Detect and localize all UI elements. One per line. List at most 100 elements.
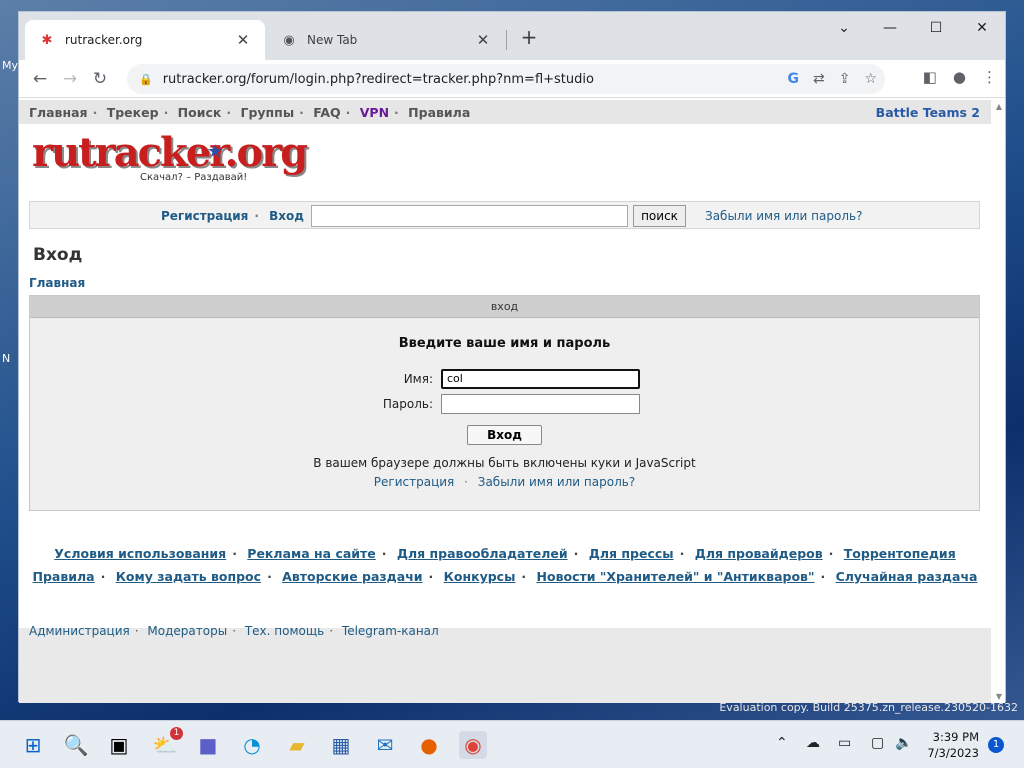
tab-divider	[506, 30, 507, 50]
display-icon[interactable]: ▢	[871, 735, 884, 751]
footer-link[interactable]: Правила	[33, 569, 95, 584]
nav-groups[interactable]: Группы	[240, 105, 294, 120]
login-prompt: Введите ваше имя и пароль	[398, 336, 611, 351]
footer-link[interactable]: Администрация	[29, 624, 130, 638]
tab-search-chevron-icon[interactable]: ⌄	[821, 12, 867, 44]
file-explorer-icon[interactable]: ▰	[283, 731, 311, 759]
close-tab-icon[interactable]: ✕	[235, 31, 251, 49]
footer-link[interactable]: Условия использования	[54, 546, 226, 561]
close-window-icon[interactable]: ✕	[959, 12, 1005, 44]
footer-link[interactable]: Для провайдеров	[695, 546, 823, 561]
site-top-nav: Главная · Трекер · Поиск · Группы · FAQ · VPN…	[19, 100, 991, 124]
cookies-note: В вашем браузере должны быть включены ку…	[313, 456, 696, 470]
close-tab-icon[interactable]: ✕	[475, 31, 491, 49]
start-windows-icon[interactable]: ⊞	[19, 731, 47, 759]
nav-search[interactable]: Поиск	[178, 105, 222, 120]
menu-kebab-icon[interactable]: ⋮	[982, 68, 997, 86]
battle-teams-link[interactable]: Battle Teams 2	[876, 105, 980, 120]
nav-home[interactable]: Главная	[29, 105, 88, 120]
footer-links-row-3: Администрация · Модераторы · Тех. помощь · …	[29, 624, 439, 638]
google-icon[interactable]: G	[787, 71, 799, 87]
mail-icon[interactable]: ✉	[371, 731, 399, 759]
footer-link[interactable]: Для прессы	[589, 546, 674, 561]
maximize-icon[interactable]: ☐	[913, 12, 959, 44]
forward-arrow-icon[interactable]: →	[55, 69, 85, 89]
footer-link[interactable]: Тех. помощь	[245, 624, 324, 638]
search-icon[interactable]: 🔍	[62, 731, 90, 759]
footer-link[interactable]: Случайная раздача	[836, 569, 978, 584]
login-form-header: вход	[30, 296, 979, 318]
tray-chevron-up-icon[interactable]: ⌃	[776, 735, 788, 751]
tab-title: rutracker.org	[65, 33, 143, 47]
footer-link[interactable]: Telegram-канал	[342, 624, 439, 638]
logo-slogan: Скачал? – Раздавай!	[140, 172, 248, 183]
browser-toolbar: ← → ↻ 🔒 rutracker.org/forum/login.php?re…	[19, 60, 1005, 98]
edge-icon[interactable]: ◔	[238, 731, 266, 759]
keyboard-icon[interactable]: ▭	[838, 735, 851, 751]
search-input[interactable]	[311, 205, 628, 227]
new-tab-plus-icon[interactable]: +	[517, 25, 541, 49]
search-button[interactable]: поиск	[633, 205, 686, 227]
register-link[interactable]: Регистрация	[161, 209, 248, 223]
side-panel-icon[interactable]: ◧	[923, 68, 937, 86]
reload-icon[interactable]: ↻	[85, 69, 115, 89]
address-bar[interactable]: 🔒 rutracker.org/forum/login.php?redirect…	[127, 64, 885, 94]
footer-link[interactable]: Модераторы	[147, 624, 227, 638]
footer-link[interactable]: Новости "Хранителей" и "Антикваров"	[537, 569, 815, 584]
widgets-icon[interactable]: ⛅ 1	[151, 727, 183, 759]
footer-link[interactable]: Реклама на сайте	[247, 546, 375, 561]
forgot-password-link[interactable]: Забыли имя или пароль?	[705, 209, 862, 223]
store-icon[interactable]: ▦	[327, 731, 355, 759]
page-title: Вход	[33, 245, 83, 265]
footer-link[interactable]: Для правообладателей	[397, 546, 568, 561]
widgets-badge: 1	[170, 727, 183, 740]
translate-icon[interactable]: ⇄	[813, 71, 825, 87]
username-field[interactable]: col	[441, 369, 640, 389]
login-form: вход Введите ваше имя и пароль Имя: col …	[29, 295, 980, 511]
tab-strip: ✱ rutracker.org ✕ ◉ New Tab ✕ + ⌄ — ☐ ✕	[19, 12, 1005, 60]
network-off-icon[interactable]: ☁	[806, 735, 820, 751]
volume-icon[interactable]: 🔈	[895, 735, 912, 751]
chrome-icon[interactable]: ◉	[459, 731, 487, 759]
rutracker-favicon-icon: ✱	[41, 32, 53, 48]
password-field[interactable]	[441, 394, 640, 414]
forgot-password-link[interactable]: Забыли имя или пароль?	[478, 475, 635, 489]
footer-link[interactable]: Авторские раздачи	[282, 569, 422, 584]
nav-vpn[interactable]: VPN	[360, 105, 389, 120]
login-form-links: Регистрация · Забыли имя или пароль?	[373, 475, 636, 489]
breadcrumb-home[interactable]: Главная	[29, 276, 85, 290]
site-logo[interactable]: rutracker.org ★ Скачал? – Раздавай!	[32, 133, 308, 185]
browser-window: ✱ rutracker.org ✕ ◉ New Tab ✕ + ⌄ — ☐ ✕ …	[18, 11, 1006, 703]
tab-rutracker[interactable]: ✱ rutracker.org ✕	[25, 20, 265, 60]
teams-chat-icon[interactable]: ■	[194, 731, 222, 759]
register-link[interactable]: Регистрация	[374, 475, 454, 489]
footer-link[interactable]: Торрентопедия	[844, 546, 956, 561]
notification-badge[interactable]: 1	[988, 737, 1004, 753]
lock-icon[interactable]: 🔒	[139, 73, 153, 86]
footer-link[interactable]: Кому задать вопрос	[116, 569, 261, 584]
search-bar: Регистрация · Вход поиск Забыли имя или п…	[29, 201, 980, 229]
firefox-icon[interactable]: ●	[415, 731, 443, 759]
back-arrow-icon[interactable]: ←	[25, 69, 55, 89]
share-icon[interactable]: ⇪	[839, 71, 851, 87]
bookmark-star-icon[interactable]: ☆	[864, 71, 877, 87]
desktop-icon-label[interactable]: N	[2, 352, 10, 365]
nav-rules[interactable]: Правила	[408, 105, 470, 120]
footer-links-row-1: Условия использования · Реклама на сайте ·…	[54, 546, 956, 561]
clock-date: 7/3/2023	[927, 746, 979, 760]
login-submit-button[interactable]: Вход	[467, 425, 542, 445]
scroll-up-icon[interactable]: ▲	[996, 102, 1002, 111]
nav-faq[interactable]: FAQ	[313, 105, 340, 120]
tab-new-tab[interactable]: ◉ New Tab ✕	[267, 20, 505, 60]
page-scrollbar[interactable]: ▲ ▼	[991, 100, 1005, 703]
scroll-down-icon[interactable]: ▼	[996, 692, 1002, 701]
task-view-icon[interactable]: ▣	[105, 731, 133, 759]
profile-avatar-icon[interactable]: ●	[953, 68, 966, 86]
system-clock[interactable]: 3:39 PM 7/3/2023	[927, 729, 979, 761]
desktop-icon-label[interactable]: My	[2, 59, 18, 72]
login-link[interactable]: Вход	[269, 209, 304, 223]
nav-tracker[interactable]: Трекер	[107, 105, 159, 120]
footer-link[interactable]: Конкурсы	[444, 569, 516, 584]
logo-star-icon: ★	[207, 141, 224, 162]
minimize-icon[interactable]: —	[867, 12, 913, 44]
